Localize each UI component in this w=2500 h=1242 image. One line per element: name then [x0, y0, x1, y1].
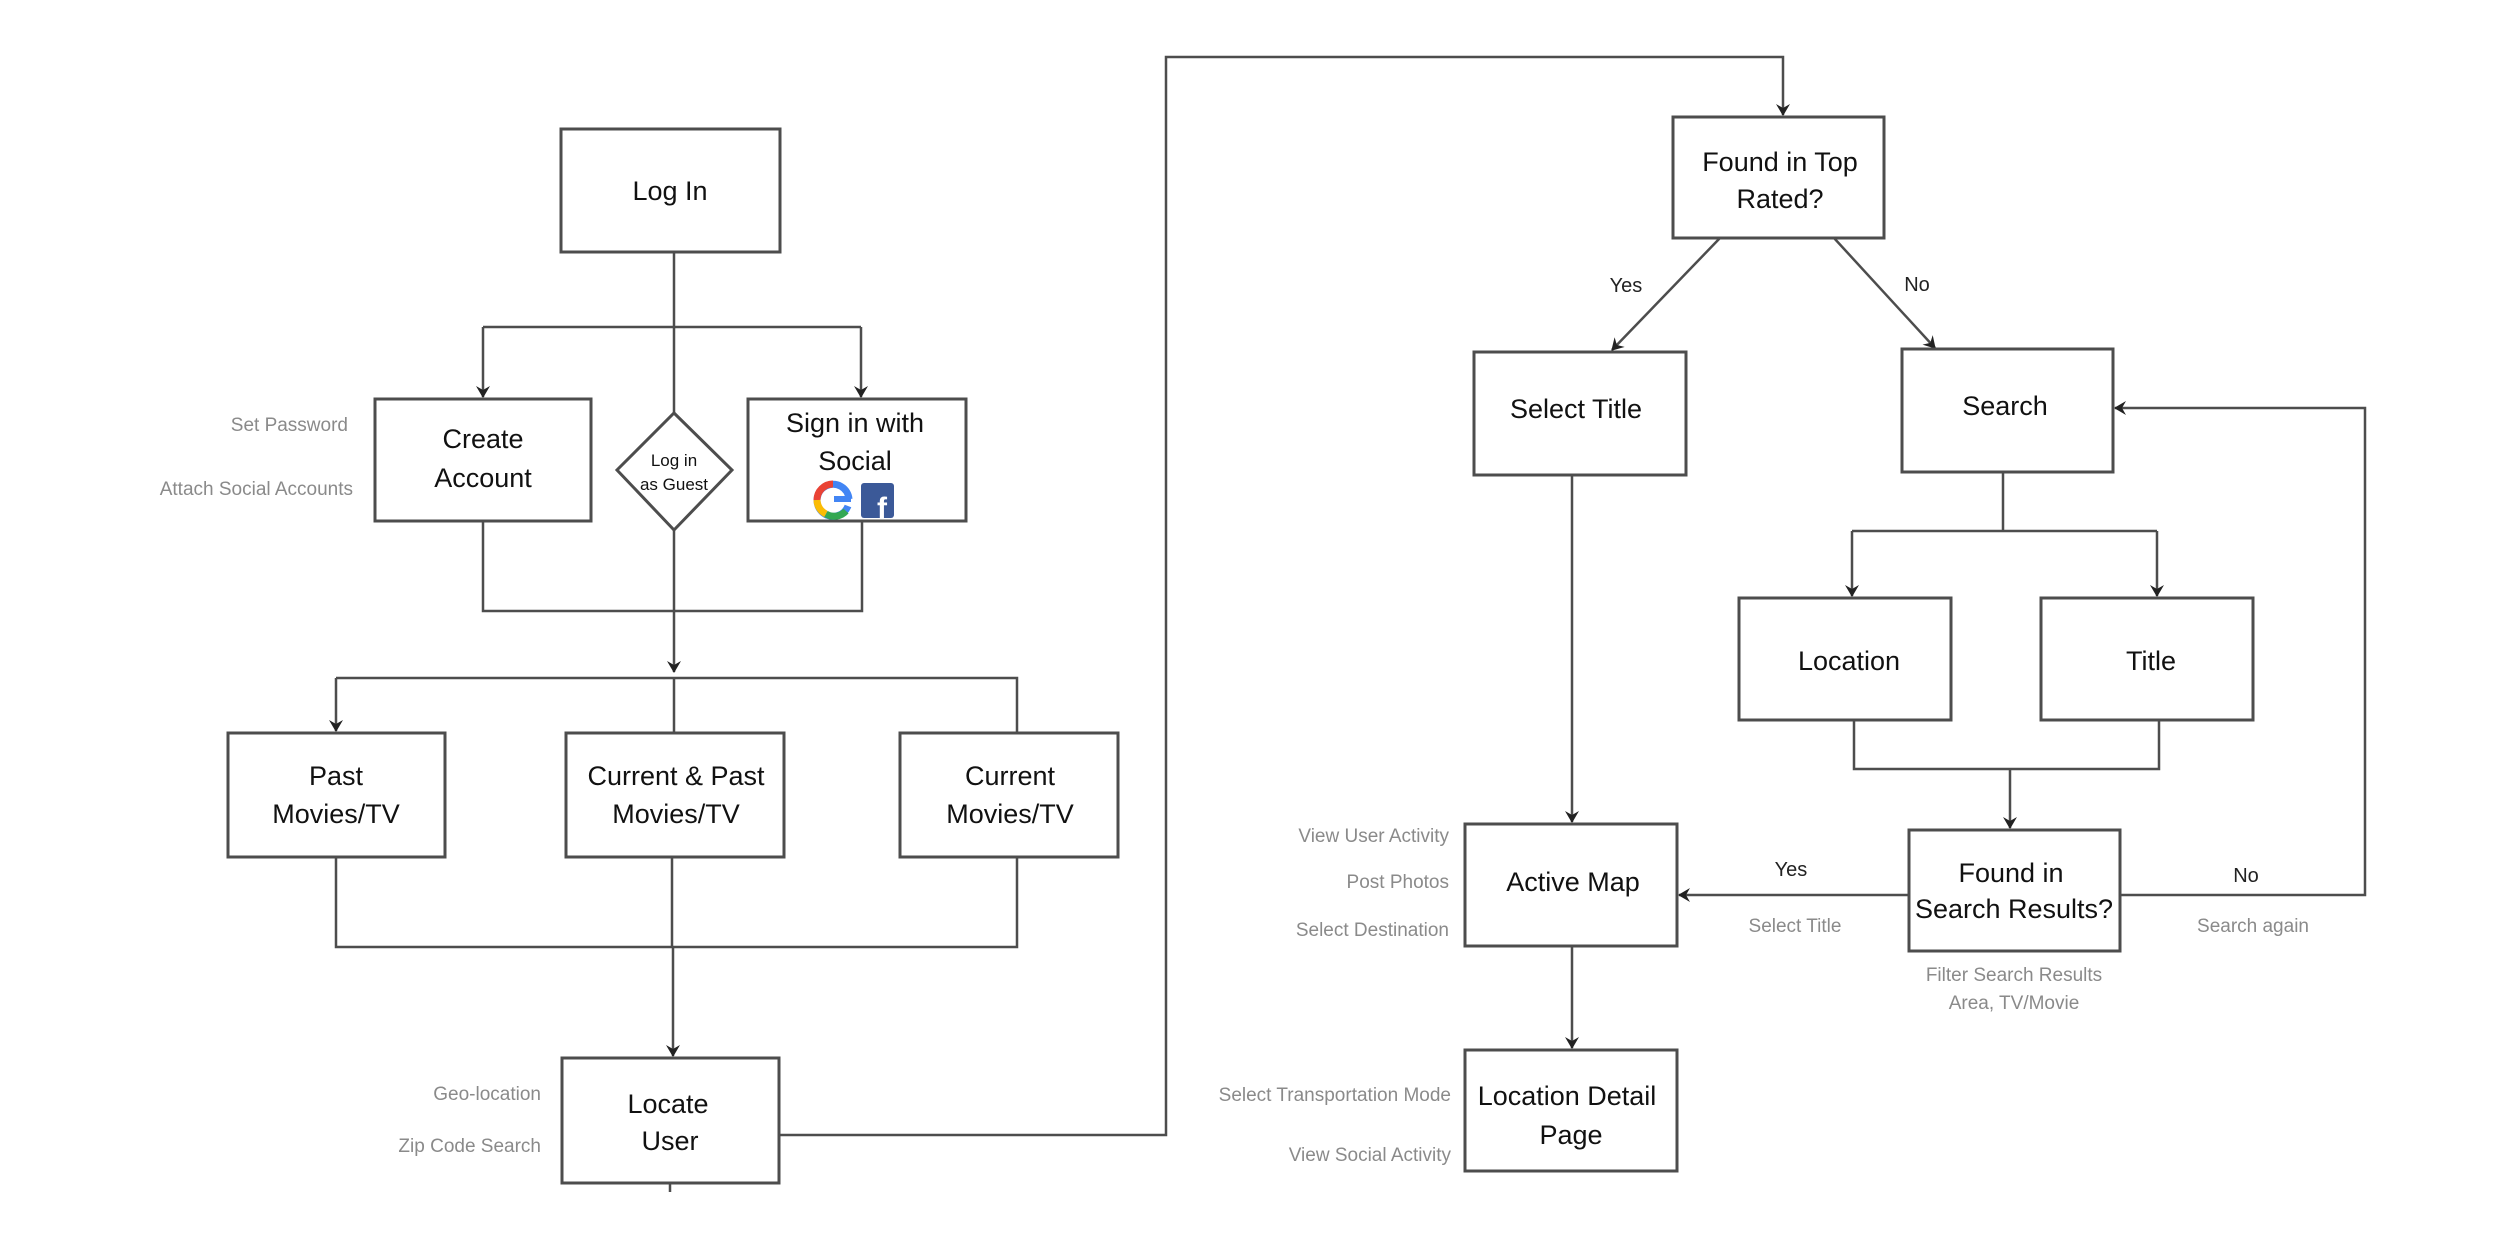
node-found-search-results: Found in Search Results?	[1907, 828, 2122, 953]
node-label: Active Map	[1506, 867, 1640, 897]
flowchart: Log In Create Account Log in as Guest Si…	[160, 55, 2367, 1192]
node-found-top-rated: Found in Top Rated?	[1671, 115, 1886, 240]
node-label: Log in	[651, 451, 697, 470]
node-label: Select Title	[1510, 394, 1642, 424]
annotation-select-destination: Select Destination	[1296, 920, 1449, 941]
node-guest-decision: Log in as Guest	[614, 410, 735, 533]
node-label: Past	[309, 761, 364, 791]
annotation-select-title: Select Title	[1749, 916, 1842, 937]
node-label: Current	[965, 761, 1056, 791]
node-search: Search	[1900, 347, 2115, 474]
node-locate-user: Locate User	[560, 1056, 781, 1185]
node-label: Search Results?	[1915, 894, 2113, 924]
node-label: Movies/TV	[612, 799, 740, 829]
node-label: Location	[1798, 646, 1900, 676]
node-label: Social	[818, 446, 892, 476]
node-label: Movies/TV	[946, 799, 1074, 829]
node-label: Page	[1539, 1120, 1602, 1150]
node-log-in: Log In	[559, 127, 782, 254]
node-label: Movies/TV	[272, 799, 400, 829]
node-location-detail: Location Detail Page	[1463, 1048, 1679, 1173]
node-title: Title	[2039, 596, 2255, 722]
node-label: Locate	[627, 1089, 708, 1119]
annotation-search-again: Search again	[2197, 916, 2309, 937]
annotation-select-transport: Select Transportation Mode	[1219, 1085, 1451, 1106]
edge-label-yes: Yes	[1610, 275, 1643, 297]
annotation-geo-location: Geo-location	[433, 1084, 541, 1105]
annotation-view-user-activity: View User Activity	[1298, 826, 1449, 847]
node-label: Found in Top	[1702, 147, 1858, 177]
node-location: Location	[1737, 596, 1953, 722]
node-label: as Guest	[640, 475, 708, 494]
node-label: Title	[2126, 646, 2176, 676]
node-label: Account	[434, 463, 532, 493]
node-select-title: Select Title	[1472, 350, 1688, 477]
node-label: Sign in with	[786, 408, 924, 438]
annotation-view-social: View Social Activity	[1289, 1145, 1452, 1166]
node-label: User	[641, 1126, 698, 1156]
node-label: Rated?	[1736, 184, 1823, 214]
annotation-post-photos: Post Photos	[1347, 872, 1449, 893]
edge-label-no: No	[2233, 865, 2259, 887]
node-label: Create	[442, 424, 523, 454]
annotation-filter-detail: Area, TV/Movie	[1949, 993, 2080, 1014]
node-label: Location Detail	[1478, 1081, 1657, 1111]
node-sign-in-social: Sign in with Social f	[746, 397, 968, 525]
node-label: Log In	[632, 176, 707, 206]
edge-label-yes: Yes	[1775, 859, 1808, 881]
annotation-filter: Filter Search Results	[1926, 965, 2102, 986]
annotation-attach-social: Attach Social Accounts	[160, 479, 353, 500]
node-past-movies: Past Movies/TV	[226, 731, 447, 859]
annotation-set-password: Set Password	[231, 415, 348, 436]
node-label: Search	[1962, 391, 2048, 421]
svg-text:f: f	[877, 492, 888, 525]
node-current-past-movies: Current & Past Movies/TV	[564, 731, 786, 859]
node-create-account: Create Account	[373, 397, 593, 523]
node-current-movies: Current Movies/TV	[898, 731, 1120, 859]
edge-label-no: No	[1904, 274, 1930, 296]
annotation-zip-code: Zip Code Search	[398, 1136, 541, 1157]
node-active-map: Active Map	[1463, 822, 1679, 948]
node-label: Found in	[1958, 858, 2063, 888]
node-label: Current & Past	[587, 761, 765, 791]
